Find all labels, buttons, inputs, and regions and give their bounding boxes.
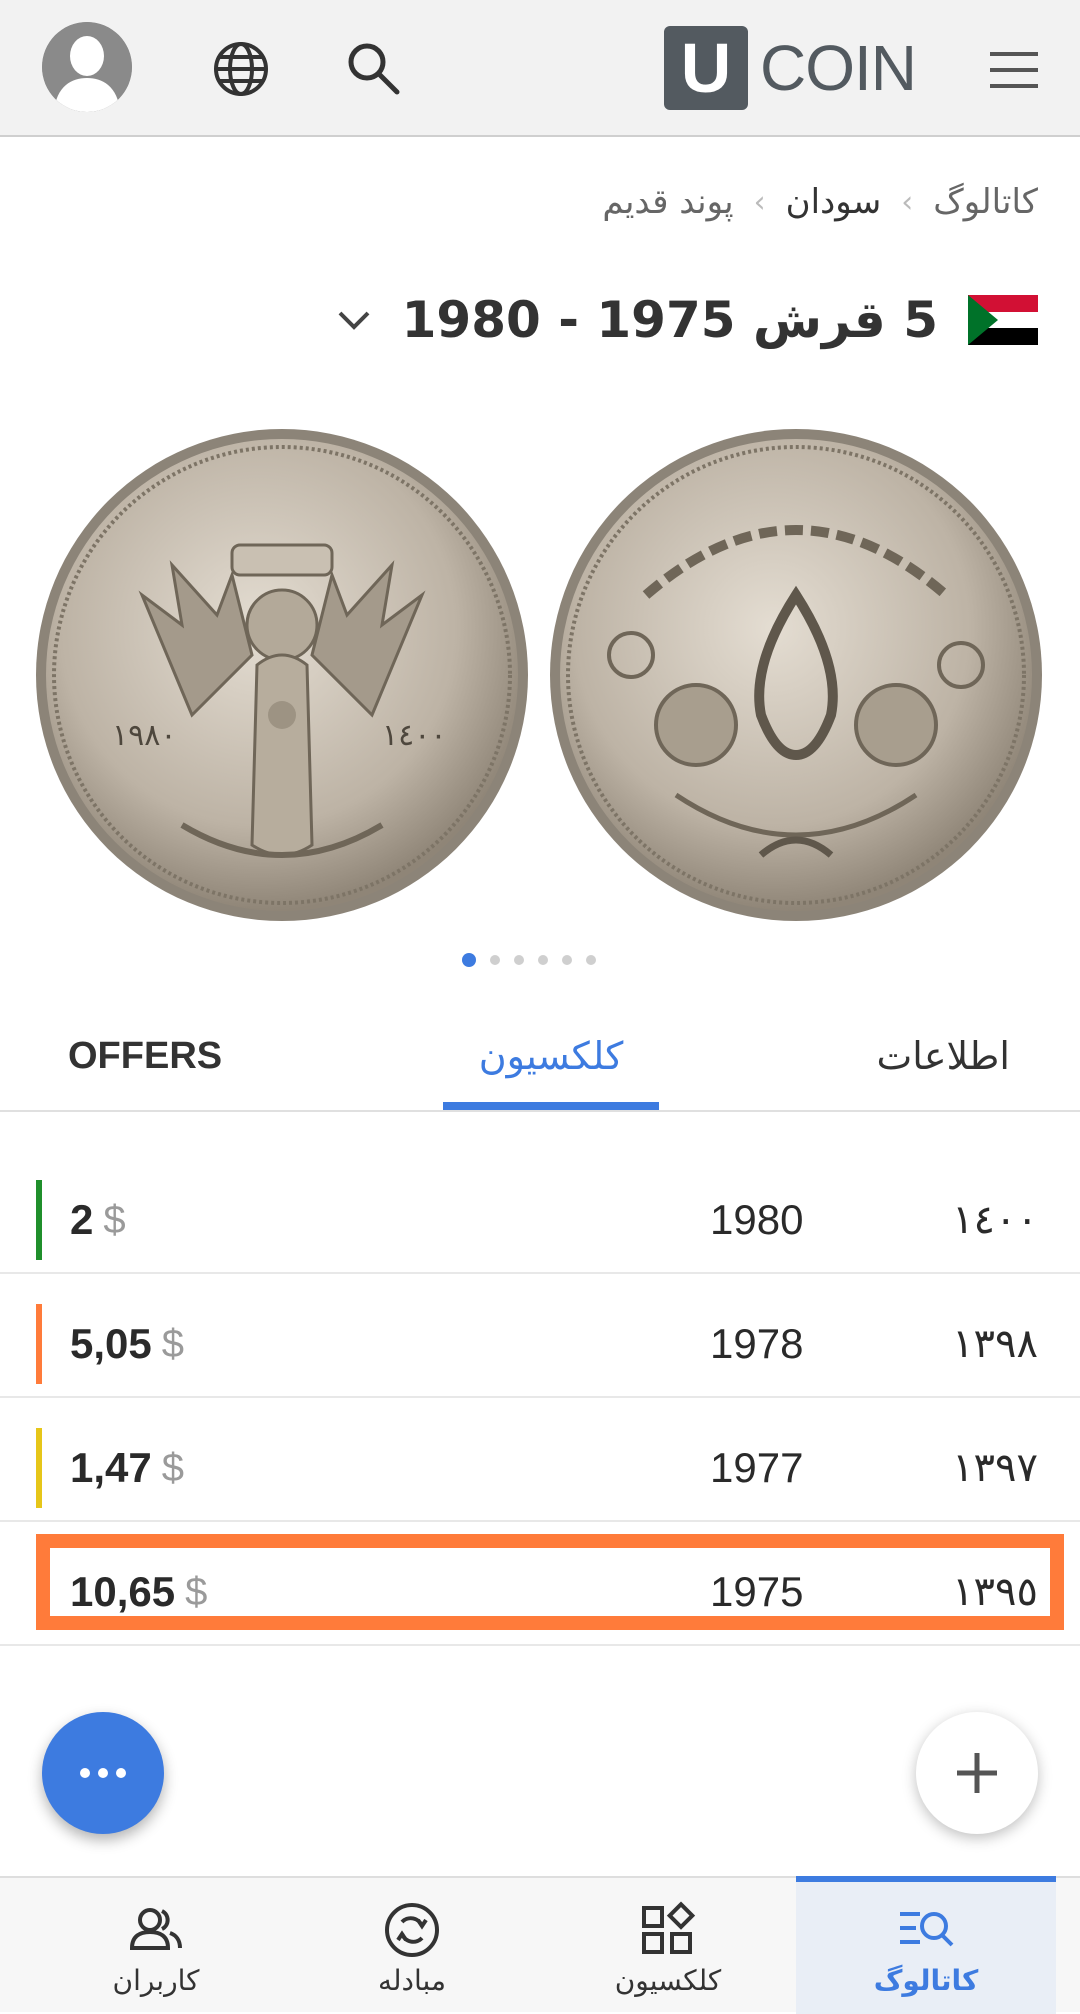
logo-letter: U [664, 26, 748, 110]
coin-image-carousel[interactable]: ١٩٨٠ ١٤٠٠ [28, 425, 1052, 925]
year: 1977 [710, 1444, 804, 1491]
price-amount: 1,47 [70, 1444, 152, 1491]
carousel-dot-5[interactable] [562, 955, 572, 965]
ucoin-logo[interactable]: U COIN [664, 26, 917, 110]
price: 1,47 $ [70, 1428, 184, 1508]
nav-collection[interactable]: کلکسیون [538, 1878, 798, 2014]
hijri-year: ١٣٩٥ [952, 1569, 1038, 1615]
nav-collection-label: کلکسیون [614, 1964, 722, 1997]
coin-reverse-image [546, 425, 1046, 925]
page-title: 5 قرش 1975 - 1980 [401, 291, 938, 349]
carousel-dot-6[interactable] [586, 955, 596, 965]
breadcrumb-country[interactable]: سودان [786, 182, 882, 222]
chevron-left-icon: ‹ [753, 184, 766, 220]
bottom-navigation: کاربران مبادله کلکسیون کاتالوگ [0, 1876, 1080, 2014]
nav-users[interactable]: کاربران [26, 1878, 286, 2014]
avatar-icon[interactable] [42, 22, 132, 112]
svg-text:١٩٨٠: ١٩٨٠ [112, 718, 176, 753]
more-options-button[interactable] [42, 1712, 164, 1834]
plus-icon [957, 1753, 997, 1793]
carousel-dot-3[interactable] [514, 955, 524, 965]
tab-collection[interactable]: کلکسیون [443, 1000, 659, 1112]
year: 1978 [710, 1320, 804, 1367]
condition-color-bar [36, 1428, 42, 1508]
hijri-year: ١٣٩٨ [952, 1321, 1038, 1367]
menu-icon[interactable] [988, 50, 1040, 90]
nav-catalog[interactable]: کاتالوگ [796, 1876, 1056, 2014]
carousel-indicator[interactable] [462, 952, 596, 968]
nav-exchange[interactable]: مبادله [282, 1878, 542, 2014]
breadcrumb: کاتالوگ ‹ سودان ‹ پوند قدیم [602, 178, 1038, 226]
chevron-down-icon[interactable] [336, 308, 372, 332]
logo-text: COIN [760, 32, 917, 104]
nav-catalog-label: کاتالوگ [873, 1964, 979, 1997]
top-app-bar: U COIN [0, 0, 1080, 137]
hijri-year: ١٣٩٧ [952, 1445, 1038, 1491]
breadcrumb-catalog[interactable]: کاتالوگ [933, 182, 1038, 222]
price-amount: 2 [70, 1196, 94, 1243]
currency-symbol: $ [161, 1321, 184, 1366]
coin-title-row[interactable]: 5 قرش 1975 - 1980 [336, 285, 1038, 355]
year: 1975 [710, 1568, 804, 1615]
condition-color-bar [36, 1304, 42, 1384]
collection-icon [638, 1900, 698, 1960]
svg-text:١٤٠٠: ١٤٠٠ [382, 718, 446, 753]
tab-info[interactable]: اطلاعات [876, 1000, 1010, 1112]
tab-offers[interactable]: OFFERS [68, 1000, 222, 1112]
more-dots-icon [80, 1768, 126, 1778]
search-icon[interactable] [345, 40, 401, 96]
currency-symbol: $ [103, 1197, 126, 1242]
tab-bar: OFFERS کلکسیون اطلاعات [0, 1000, 1080, 1112]
table-row[interactable]: 10,65 $ 1975 ١٣٩٥ [0, 1522, 1080, 1646]
table-row[interactable]: 5,05 $ 1978 ١٣٩٨ [0, 1274, 1080, 1398]
year: 1980 [710, 1196, 804, 1243]
active-nav-indicator [796, 1876, 1056, 1882]
catalog-search-icon [896, 1900, 956, 1960]
carousel-dot-4[interactable] [538, 955, 548, 965]
carousel-dot-2[interactable] [490, 955, 500, 965]
users-icon [126, 1900, 186, 1960]
price: 5,05 $ [70, 1304, 184, 1384]
add-button[interactable] [916, 1712, 1038, 1834]
table-row[interactable]: 2 $ 1980 ١٤٠٠ [0, 1150, 1080, 1274]
exchange-icon [382, 1900, 442, 1960]
breadcrumb-period[interactable]: پوند قدیم [602, 182, 733, 222]
price-amount: 10,65 [70, 1568, 176, 1615]
price: 10,65 $ [70, 1552, 207, 1632]
hijri-year: ١٤٠٠ [952, 1197, 1038, 1243]
condition-color-bar [36, 1180, 42, 1260]
coin-obverse-image: ١٩٨٠ ١٤٠٠ [32, 425, 532, 925]
chevron-left-icon: ‹ [901, 184, 914, 220]
price-amount: 5,05 [70, 1320, 152, 1367]
nav-exchange-label: مبادله [378, 1964, 446, 1997]
sudan-flag-icon [968, 295, 1038, 345]
carousel-dot-1[interactable] [462, 953, 476, 967]
currency-symbol: $ [185, 1569, 208, 1614]
price: 2 $ [70, 1180, 126, 1260]
globe-icon[interactable] [212, 40, 270, 98]
table-row[interactable]: 1,47 $ 1977 ١٣٩٧ [0, 1398, 1080, 1522]
currency-symbol: $ [161, 1445, 184, 1490]
nav-users-label: کاربران [112, 1964, 200, 1997]
active-tab-indicator [443, 1102, 659, 1110]
